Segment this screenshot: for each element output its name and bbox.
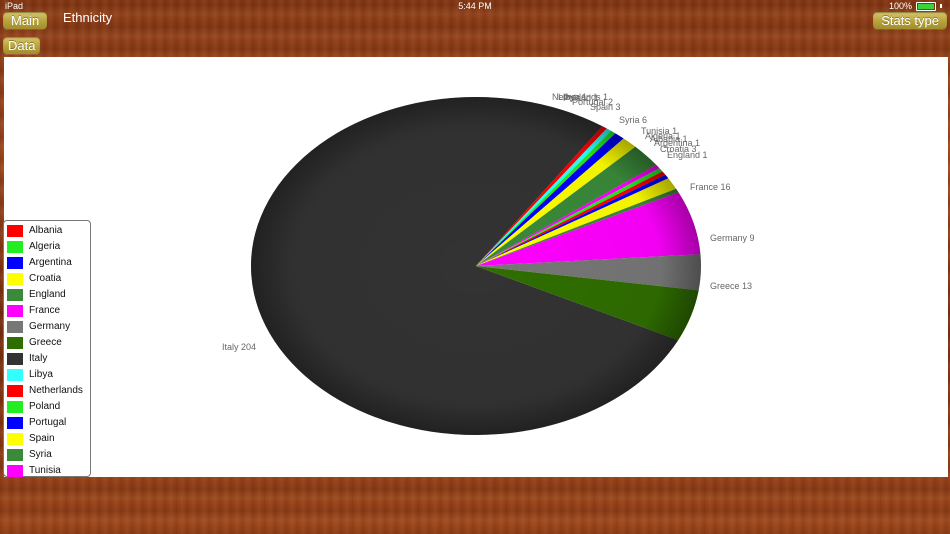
legend-swatch (7, 368, 23, 381)
legend-label: Croatia (29, 273, 62, 284)
legend-label: Spain (29, 433, 55, 444)
legend-label: Argentina (29, 257, 72, 268)
legend-item: Italy (7, 352, 47, 365)
legend-label: Italy (29, 353, 48, 364)
legend-swatch (7, 256, 23, 269)
legend-label: England (29, 289, 66, 300)
slice-label-france: France 16 (690, 182, 731, 192)
legend-item: Germany (7, 320, 70, 333)
legend-label: Libya (29, 369, 53, 380)
legend-swatch (7, 224, 23, 237)
legend-label: Tunisia (29, 465, 61, 476)
legend-item: Netherlands (7, 384, 83, 397)
legend-label: Syria (29, 449, 52, 460)
legend-swatch (7, 304, 23, 317)
legend-label: Germany (29, 321, 71, 332)
legend-item: Syria (7, 448, 52, 461)
legend-swatch (7, 432, 23, 445)
legend-swatch (7, 336, 23, 349)
legend-item: Greece (7, 336, 62, 349)
legend-item: Spain (7, 432, 55, 445)
legend-item: Poland (7, 400, 60, 413)
slice-label-germany: Germany 9 (710, 233, 755, 243)
legend-swatch (7, 272, 23, 285)
legend-item: Albania (7, 224, 62, 237)
legend-label: Netherlands (29, 385, 83, 396)
legend-label: France (29, 305, 61, 316)
legend-swatch (7, 416, 23, 429)
legend-swatch (7, 464, 23, 477)
legend-swatch (7, 352, 23, 365)
legend-item: Tunisia (7, 464, 61, 477)
legend-item: England (7, 288, 66, 301)
slice-label-greece: Greece 13 (710, 281, 752, 291)
legend-label: Albania (29, 225, 63, 236)
legend-swatch (7, 288, 23, 301)
legend-swatch (7, 320, 23, 333)
legend-swatch (7, 448, 23, 461)
legend-label: Poland (29, 401, 61, 412)
legend-item: France (7, 304, 60, 317)
legend-swatch (7, 384, 23, 397)
legend-item: Argentina (7, 256, 72, 269)
slice-label-italy: Italy 204 (222, 342, 256, 352)
slice-label-spain: Spain 3 (590, 102, 621, 112)
legend-swatch (7, 240, 23, 253)
legend-label: Portugal (29, 417, 67, 428)
slice-label-syria: Syria 6 (619, 115, 647, 125)
legend-label: Greece (29, 337, 62, 348)
chart-legend: Albania Algeria Argentina Croatia England Fra… (3, 220, 91, 477)
pie-chart: Italy 204Netherlands 1Libya 1Poland 1Por… (222, 92, 755, 435)
legend-item: Algeria (7, 240, 60, 253)
slice-label-england: England 1 (667, 150, 708, 160)
legend-item: Croatia (7, 272, 61, 285)
legend-swatch (7, 400, 23, 413)
legend-item: Libya (7, 368, 53, 381)
legend-label: Algeria (29, 241, 61, 252)
legend-item: Portugal (7, 416, 66, 429)
